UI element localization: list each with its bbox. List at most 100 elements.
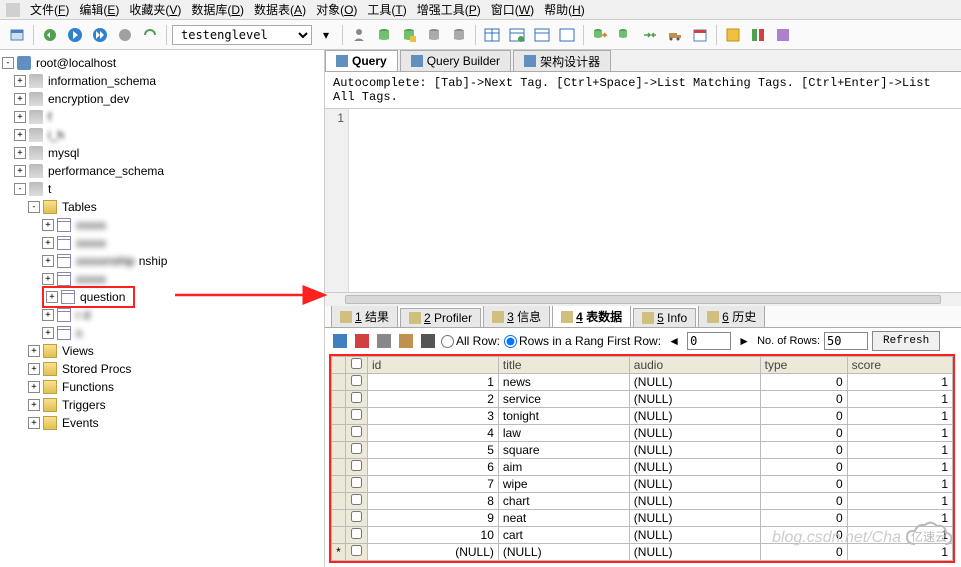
editor-tab-架构设计器[interactable]: 架构设计器 (513, 50, 611, 71)
table-row[interactable]: 2service(NULL)01 (332, 391, 953, 408)
tree-db[interactable]: +information_schema (0, 72, 324, 90)
cell-id[interactable]: 6 (368, 459, 499, 476)
cell-score[interactable]: 1 (847, 476, 952, 493)
editor-tab-query-builder[interactable]: Query Builder (400, 50, 511, 71)
filter-icon[interactable] (419, 332, 437, 350)
tables-folder[interactable]: - Tables (0, 198, 324, 216)
cell-title[interactable]: square (498, 442, 629, 459)
cell-audio[interactable]: (NULL) (629, 510, 760, 527)
misc-btn2[interactable] (747, 24, 769, 46)
expand-icon[interactable]: + (42, 309, 54, 321)
tree-table[interactable]: +xxxxxnshipnship (0, 252, 324, 270)
tree-folder-views[interactable]: +Views (0, 342, 324, 360)
row-checkbox[interactable] (351, 392, 362, 403)
row-checkbox[interactable] (351, 511, 362, 522)
table-row[interactable]: 10cart(NULL)01 (332, 527, 953, 544)
export-btn2[interactable] (614, 24, 636, 46)
cell-title[interactable]: service (498, 391, 629, 408)
table-btn2[interactable] (506, 24, 528, 46)
cell-title[interactable]: news (498, 374, 629, 391)
cell-audio[interactable]: (NULL) (629, 476, 760, 493)
tree-folder-triggers[interactable]: +Triggers (0, 396, 324, 414)
menu-o[interactable]: 对象(O) (312, 2, 361, 18)
tree-root[interactable]: - root@localhost (0, 54, 324, 72)
tree-db[interactable]: +mysql (0, 144, 324, 162)
new-connection-btn[interactable] (6, 24, 28, 46)
all-rows-radio[interactable]: All Row: (441, 334, 500, 348)
cell-title[interactable]: cart (498, 527, 629, 544)
tree-folder-stored-procs[interactable]: +Stored Procs (0, 360, 324, 378)
first-row-input[interactable] (687, 332, 731, 350)
misc-btn3[interactable] (772, 24, 794, 46)
col-header-sel[interactable] (332, 357, 346, 374)
menu-w[interactable]: 窗口(W) (487, 2, 538, 18)
table-btn4[interactable] (556, 24, 578, 46)
result-tab-3[interactable]: 3 信息 (483, 305, 550, 327)
table-row[interactable]: 4law(NULL)01 (332, 425, 953, 442)
expand-icon[interactable]: + (28, 417, 40, 429)
cell-type[interactable]: 0 (760, 476, 847, 493)
cell-type[interactable]: 0 (760, 374, 847, 391)
menu-d[interactable]: 数据库(D) (187, 2, 248, 18)
tree-db-active[interactable]: - t (0, 180, 324, 198)
cell-score[interactable]: 1 (847, 374, 952, 391)
cell-type[interactable]: 0 (760, 510, 847, 527)
expand-icon[interactable]: + (42, 237, 54, 249)
collapse-icon[interactable]: - (28, 201, 40, 213)
editor-body[interactable] (349, 109, 961, 292)
result-tab-2[interactable]: 2 Profiler (400, 308, 481, 327)
col-header-type[interactable]: type (760, 357, 847, 374)
cell-id[interactable]: 9 (368, 510, 499, 527)
schedule-btn[interactable] (689, 24, 711, 46)
db-btn1[interactable] (373, 24, 395, 46)
cell-title[interactable]: law (498, 425, 629, 442)
cell-audio[interactable]: (NULL) (629, 459, 760, 476)
tree-table-question[interactable]: + question (0, 288, 324, 306)
refresh-button[interactable]: Refresh (872, 331, 940, 351)
expand-icon[interactable]: + (14, 111, 26, 123)
expand-icon[interactable]: + (14, 93, 26, 105)
cell-audio[interactable]: (NULL) (629, 374, 760, 391)
cell-audio[interactable]: (NULL) (629, 425, 760, 442)
cell-type[interactable]: 0 (760, 442, 847, 459)
cell-type[interactable]: 0 (760, 425, 847, 442)
editor-scrollbar[interactable] (325, 292, 961, 306)
table-row[interactable]: 8chart(NULL)01 (332, 493, 953, 510)
select-all-checkbox[interactable] (351, 358, 362, 369)
col-header-sel[interactable] (346, 357, 368, 374)
num-rows-input[interactable] (824, 332, 868, 350)
menu-e[interactable]: 编辑(E) (75, 2, 123, 18)
row-checkbox[interactable] (351, 528, 362, 539)
cell-score[interactable]: 1 (847, 442, 952, 459)
col-header-id[interactable]: id (368, 357, 499, 374)
cell-score[interactable]: 1 (847, 408, 952, 425)
cell-audio[interactable]: (NULL) (629, 408, 760, 425)
rows-range-radio[interactable]: Rows in a Rang First Row: (504, 334, 661, 348)
table-btn3[interactable] (531, 24, 553, 46)
collapse-icon[interactable]: - (14, 183, 26, 195)
form-view-icon[interactable] (353, 332, 371, 350)
cell-audio[interactable]: (NULL) (629, 544, 760, 561)
misc-btn1[interactable] (722, 24, 744, 46)
cell-type[interactable]: 0 (760, 391, 847, 408)
expand-icon[interactable]: + (28, 345, 40, 357)
editor-tab-query[interactable]: Query (325, 50, 398, 71)
prev-page-icon[interactable]: ◄ (665, 332, 683, 350)
table-row[interactable]: 5square(NULL)01 (332, 442, 953, 459)
export-btn1[interactable] (589, 24, 611, 46)
expand-icon[interactable]: + (42, 255, 54, 267)
cell-type[interactable]: 0 (760, 459, 847, 476)
row-checkbox[interactable] (351, 443, 362, 454)
cell-id[interactable]: 10 (368, 527, 499, 544)
table-row[interactable]: 1news(NULL)01 (332, 374, 953, 391)
table-btn1[interactable] (481, 24, 503, 46)
col-header-title[interactable]: title (498, 357, 629, 374)
cell-id[interactable]: 7 (368, 476, 499, 493)
expand-icon[interactable]: + (42, 219, 54, 231)
database-selector[interactable]: testenglevel (172, 25, 312, 45)
result-grid[interactable]: idtitleaudiotypescore 1news(NULL)012serv… (331, 356, 953, 561)
row-checkbox[interactable] (351, 477, 362, 488)
cell-audio[interactable]: (NULL) (629, 527, 760, 544)
user-btn[interactable] (348, 24, 370, 46)
execute-btn[interactable] (64, 24, 86, 46)
